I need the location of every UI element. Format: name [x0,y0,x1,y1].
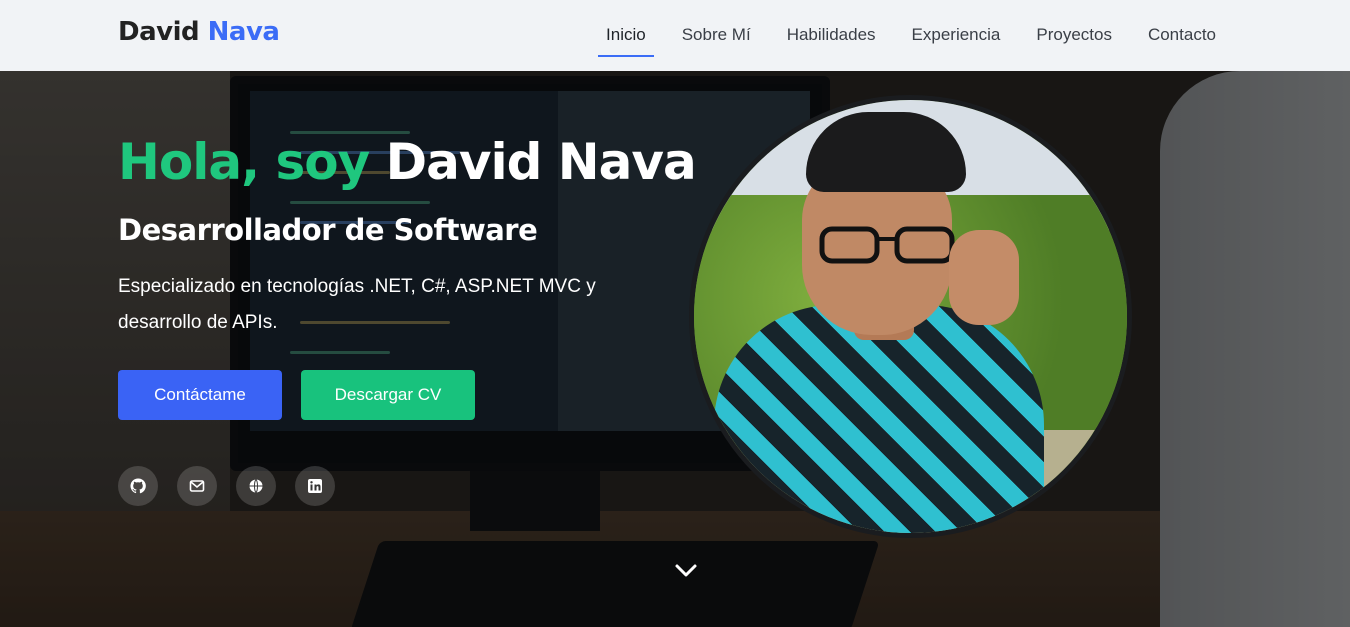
mail-icon [189,480,205,492]
linkedin-link[interactable] [295,466,335,506]
download-cv-button[interactable]: Descargar CV [301,370,475,420]
hero-section: Hola, soy David Nava Desarrollador de So… [0,71,1350,627]
linkedin-icon [308,479,322,493]
hero-subtitle: Desarrollador de Software [118,213,538,247]
nav-item-contacto[interactable]: Contacto [1148,0,1216,71]
contact-button[interactable]: Contáctame [118,370,282,420]
nav-item-proyectos[interactable]: Proyectos [1036,0,1112,71]
brand-first-name: David [118,17,200,47]
profile-photo [689,95,1132,538]
social-links [118,466,354,506]
nav-item-inicio[interactable]: Inicio [598,0,654,71]
nav-item-experiencia[interactable]: Experiencia [912,0,1001,71]
photo-hand [949,230,1019,325]
photo-glasses [819,226,955,264]
nav-item-sobre-mi[interactable]: Sobre Mí [682,0,751,71]
nav-links: Inicio Sobre Mí Habilidades Experiencia … [570,0,1216,71]
nav-item-habilidades[interactable]: Habilidades [787,0,876,71]
github-link[interactable] [118,466,158,506]
email-link[interactable] [177,466,217,506]
brand-logo[interactable]: David Nava [118,17,280,47]
hero-description: Especializado en tecnologías .NET, C#, A… [118,276,596,333]
globe-icon [249,479,263,493]
chevron-down-icon[interactable] [674,559,698,583]
github-icon [130,478,146,494]
hero-greeting: Hola, soy [118,133,370,191]
hero-headline: Hola, soy David Nava [118,133,697,191]
hero-name: David Nava [385,133,697,191]
navbar: David Nava Inicio Sobre Mí Habilidades E… [0,0,1350,71]
brand-last-name: Nava [207,17,280,47]
website-link[interactable] [236,466,276,506]
